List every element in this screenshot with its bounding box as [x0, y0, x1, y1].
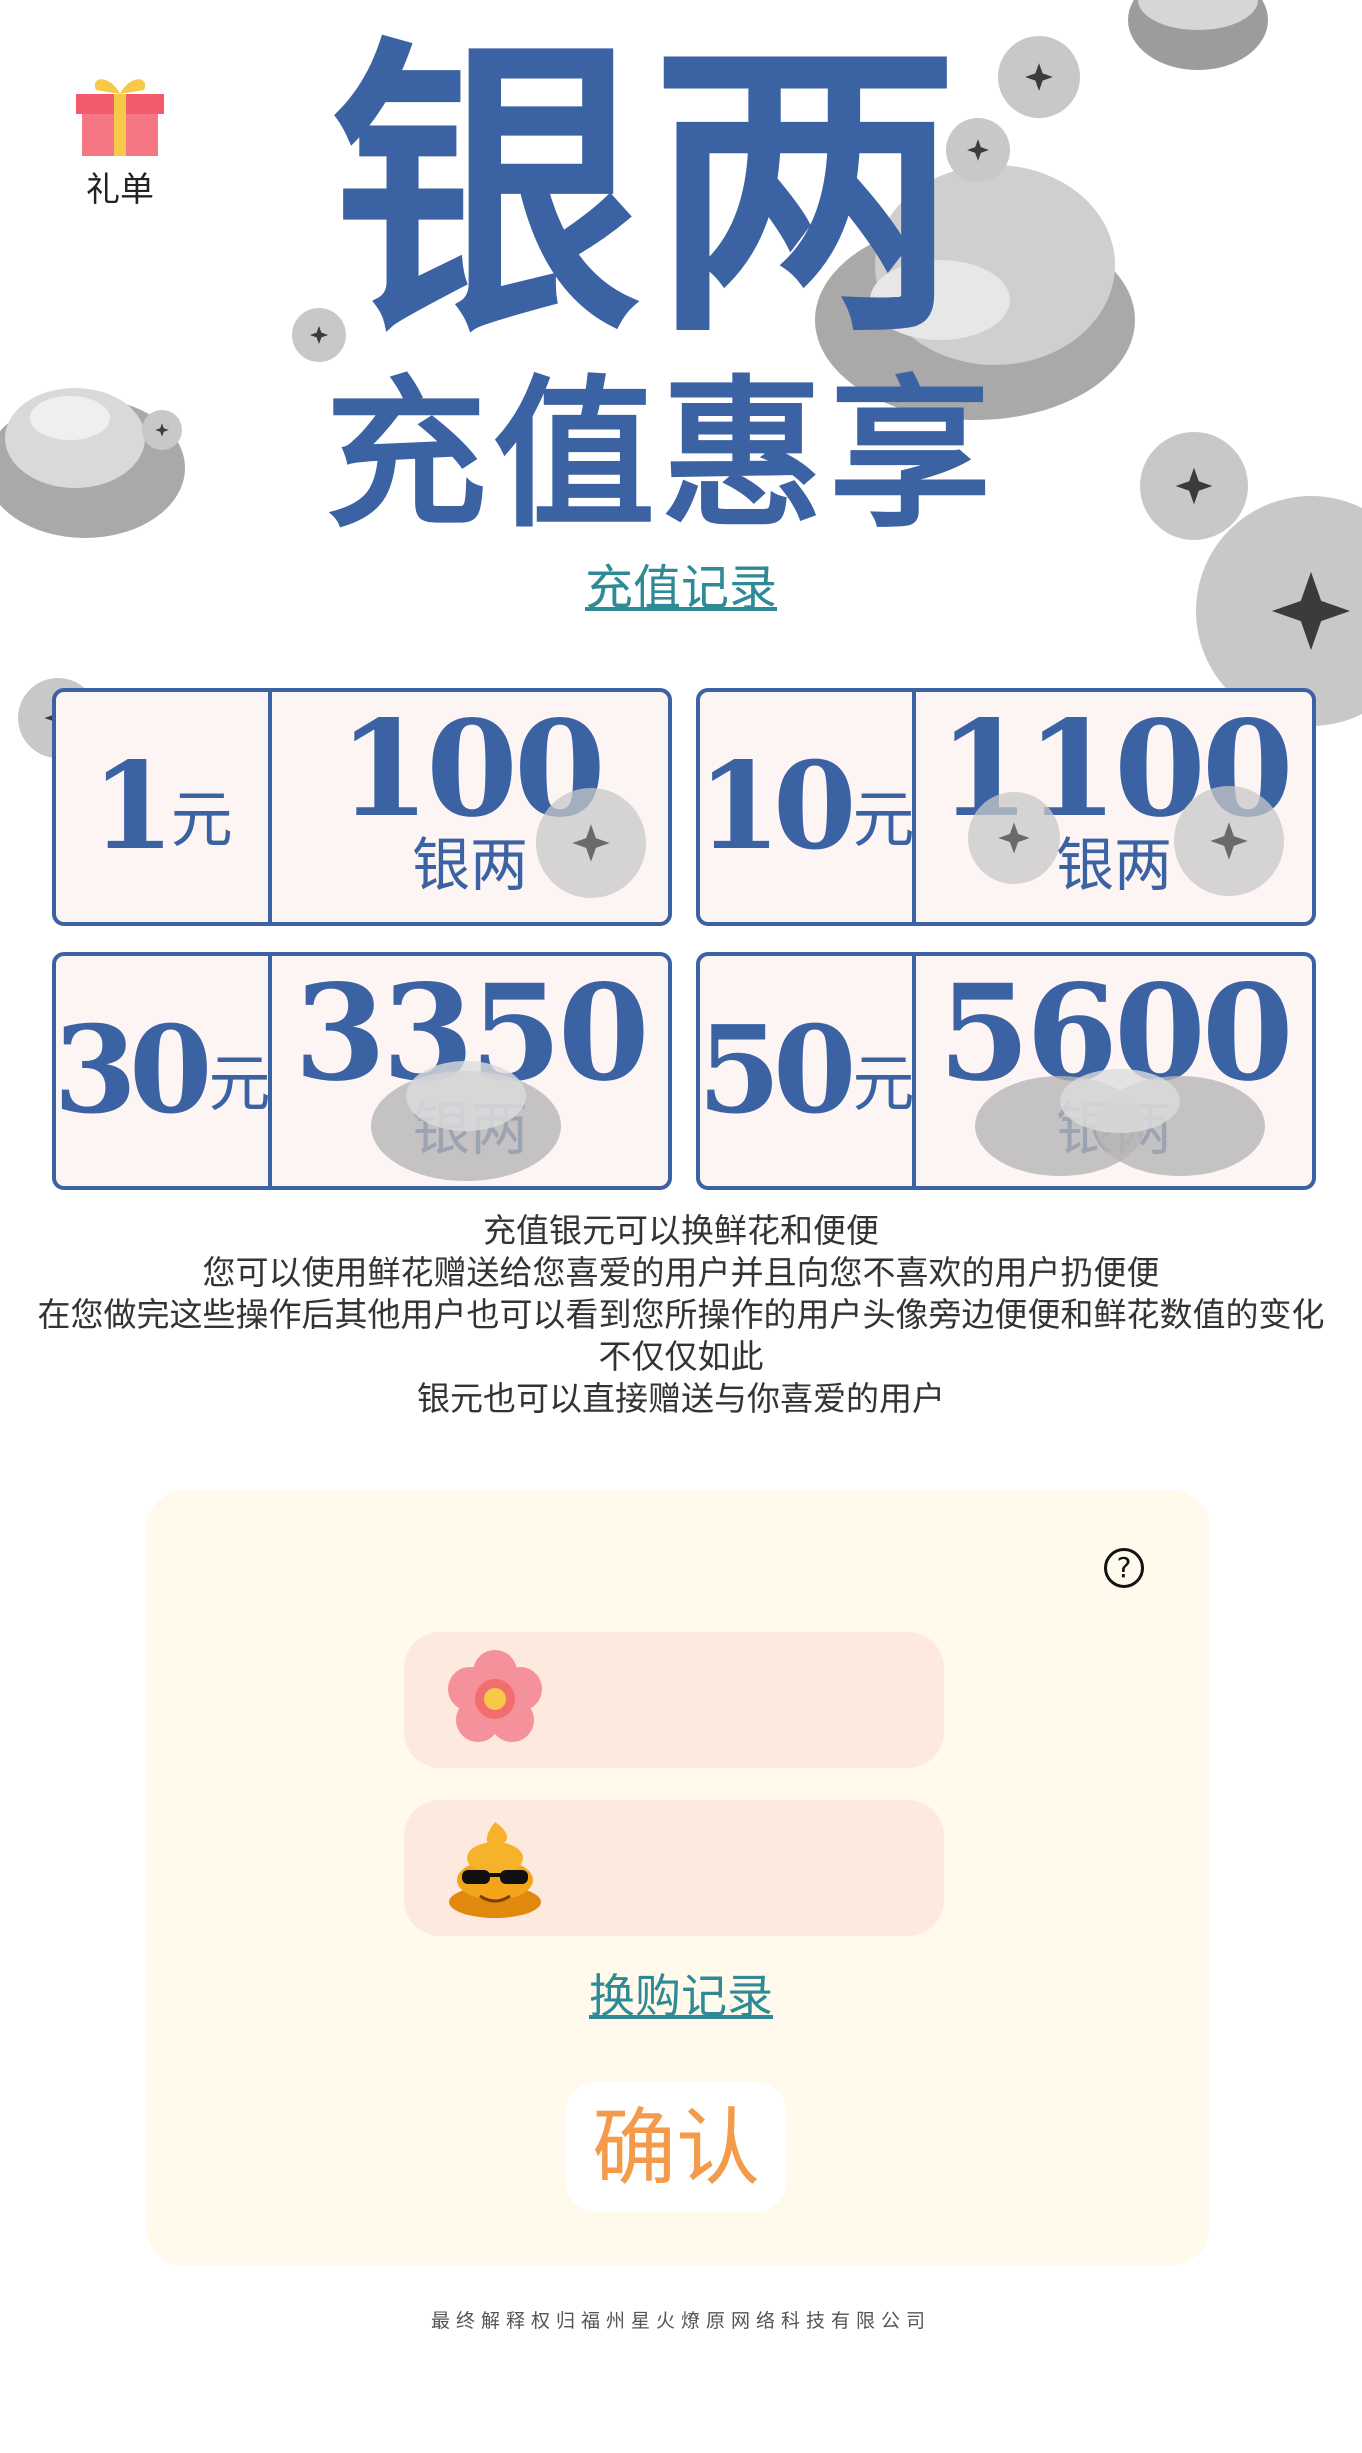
- coin-icon: [142, 410, 182, 450]
- package-card-2[interactable]: 10 元 1100 银两: [696, 688, 1316, 926]
- coin-icon: [1140, 432, 1248, 540]
- gift-list-button[interactable]: 礼单: [70, 68, 170, 211]
- gift-icon: [76, 79, 164, 156]
- poop-quantity-input[interactable]: [554, 1830, 918, 1908]
- description-line: 您可以使用鲜花赠送给您喜爱的用户并且向您不喜欢的用户扔便便: [202, 1253, 1160, 1292]
- package-card-3[interactable]: 30 元 3350 银两: [52, 952, 672, 1190]
- price-value: 10: [697, 736, 857, 877]
- price-unit: 元: [170, 783, 233, 856]
- package-price: 30 元: [53, 956, 271, 1186]
- coin-icon: [1174, 786, 1284, 896]
- price-value: 1: [91, 736, 174, 877]
- silver-ingot-decoration: [1128, 0, 1268, 70]
- silver-ingot-decoration: [371, 1061, 561, 1181]
- price-value: 50: [697, 1000, 857, 1141]
- flower-icon: [448, 1650, 542, 1742]
- description-line: 充值银元可以换鲜花和便便: [483, 1211, 879, 1250]
- price-unit: 元: [208, 1047, 271, 1120]
- poop-icon: [449, 1822, 541, 1918]
- coin-icon: [968, 792, 1060, 884]
- package-price: 10 元: [697, 692, 915, 922]
- page-subtitle: 充值惠享: [325, 360, 997, 550]
- flower-exchange-field[interactable]: [404, 1632, 944, 1768]
- flower-quantity-input[interactable]: [554, 1662, 918, 1740]
- page-title: 银两: [330, 10, 970, 374]
- package-price: 50 元: [697, 956, 915, 1186]
- poop-exchange-field[interactable]: [404, 1800, 944, 1936]
- package-price: 1 元: [56, 692, 268, 922]
- exchange-record-link[interactable]: 换购记录: [0, 1960, 1362, 2026]
- silver-ingot-decoration: [0, 388, 185, 538]
- price-unit: 元: [852, 1047, 915, 1120]
- help-icon[interactable]: ?: [1104, 1548, 1144, 1588]
- package-card-4[interactable]: 50 元 5600 银两: [696, 952, 1316, 1190]
- gift-list-label: 礼单: [86, 170, 154, 210]
- recharge-record-link[interactable]: 充值记录: [0, 548, 1362, 618]
- price-value: 30: [53, 1000, 213, 1141]
- description-line: 不仅仅如此: [598, 1337, 764, 1376]
- confirm-button[interactable]: 确认: [566, 2082, 786, 2212]
- description: 充值银元可以换鲜花和便便 您可以使用鲜花赠送给您喜爱的用户并且向您不喜欢的用户扔…: [0, 1210, 1362, 1420]
- description-line: 银元也可以直接赠送与你喜爱的用户: [417, 1379, 945, 1418]
- package-card-1[interactable]: 1 元 100 银两: [52, 688, 672, 926]
- description-line: 在您做完这些操作后其他用户也可以看到您所操作的用户头像旁边便便和鲜花数值的变化: [37, 1295, 1325, 1334]
- footer-disclaimer: 最终解释权归福州星火燎原网络科技有限公司: [430, 2310, 931, 2332]
- silver-ingot-decoration: [975, 1069, 1265, 1176]
- price-unit: 元: [852, 783, 915, 856]
- coin-icon: [536, 788, 646, 898]
